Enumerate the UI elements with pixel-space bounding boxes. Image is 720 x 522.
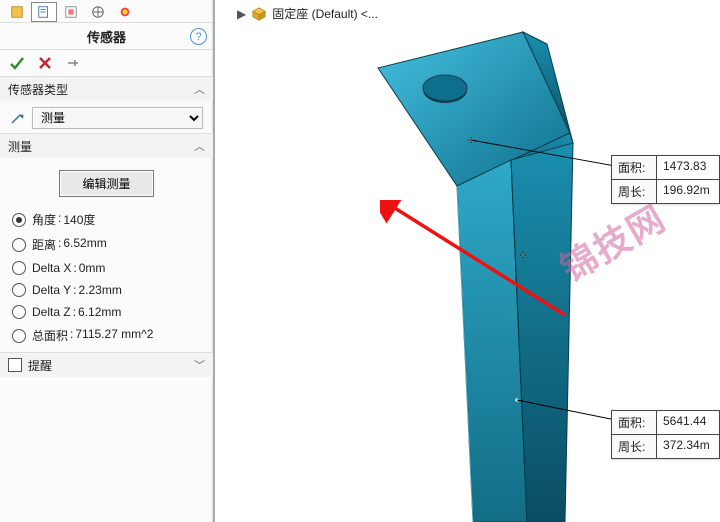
measure-option-0[interactable]: 角度: 140度 bbox=[10, 207, 203, 232]
tab-3[interactable] bbox=[85, 2, 111, 22]
section-alert-head[interactable]: 提醒 ﹀ bbox=[0, 352, 213, 377]
callout-key: 周长: bbox=[612, 435, 657, 458]
callout-1: 面积:5641.44周长:372.34m bbox=[611, 410, 720, 459]
callout-key: 周长: bbox=[612, 180, 657, 203]
section-sensor-type-head[interactable]: 传感器类型 ︿ bbox=[0, 76, 213, 101]
measure-option-1[interactable]: 距离: 6.52mm bbox=[10, 232, 203, 257]
section-measure-head[interactable]: 测量 ︿ bbox=[0, 133, 213, 158]
feature-manager-panel: 传感器 ? 传感器类型 ︿ 测量 测量 ︿ bbox=[0, 0, 215, 522]
panel-title: 传感器 bbox=[87, 27, 126, 46]
callout-row: 面积:1473.83 bbox=[612, 156, 719, 179]
panel-actions bbox=[0, 50, 213, 76]
radio-icon bbox=[12, 213, 26, 227]
chevron-up-icon: ︿ bbox=[194, 81, 205, 97]
measure-option-label: 总面积: 7115.27 mm^2 bbox=[32, 327, 153, 344]
sensor-type-select[interactable]: 测量 bbox=[32, 107, 203, 129]
chevron-down-icon: ﹀ bbox=[194, 357, 205, 373]
radio-icon bbox=[12, 261, 26, 275]
tab-0[interactable] bbox=[4, 2, 30, 22]
section-measure-body: 编辑测量 角度: 140度距离: 6.52mm Delta X: 0mm Delta… bbox=[0, 158, 213, 352]
measure-option-label: 距离: 6.52mm bbox=[32, 236, 107, 253]
radio-icon bbox=[12, 305, 26, 319]
callout-value: 196.92m bbox=[657, 180, 719, 203]
pin-button[interactable] bbox=[64, 54, 82, 72]
panel-tabs bbox=[0, 0, 213, 22]
section-alert-label: 提醒 bbox=[28, 357, 52, 374]
edit-measure-button[interactable]: 编辑测量 bbox=[59, 170, 153, 197]
measure-option-label: Delta Z: 6.12mm bbox=[32, 305, 121, 319]
measure-option-3[interactable]: Delta Y: 2.23mm bbox=[10, 279, 203, 301]
alert-checkbox[interactable] bbox=[8, 358, 22, 372]
radio-icon bbox=[12, 238, 26, 252]
graphics-viewport[interactable]: ▶ 固定座 (Default) <... bbox=[215, 0, 720, 522]
tab-2[interactable] bbox=[58, 2, 84, 22]
callout-value: 1473.83 bbox=[657, 156, 719, 179]
section-sensor-type-label: 传感器类型 bbox=[8, 81, 68, 98]
measure-radio-list: 角度: 140度距离: 6.52mm Delta X: 0mm Delta Y: 2… bbox=[10, 207, 203, 348]
panel-title-row: 传感器 ? bbox=[0, 22, 213, 50]
app-root: 传感器 ? 传感器类型 ︿ 测量 测量 ︿ bbox=[0, 0, 720, 522]
callout-value: 5641.44 bbox=[657, 411, 719, 434]
confirm-button[interactable] bbox=[8, 54, 26, 72]
callout-key: 面积: bbox=[612, 411, 657, 434]
callout-row: 周长:372.34m bbox=[612, 434, 719, 458]
callout-value: 372.34m bbox=[657, 435, 719, 458]
radio-icon bbox=[12, 329, 26, 343]
sensor-type-row: 测量 bbox=[10, 107, 203, 129]
help-icon[interactable]: ? bbox=[190, 28, 207, 45]
tab-4[interactable] bbox=[112, 2, 138, 22]
cancel-button[interactable] bbox=[36, 54, 54, 72]
measure-option-5[interactable]: 总面积: 7115.27 mm^2 bbox=[10, 323, 203, 348]
measure-option-4[interactable]: Delta Z: 6.12mm bbox=[10, 301, 203, 323]
radio-icon bbox=[12, 283, 26, 297]
measure-option-2[interactable]: Delta X: 0mm bbox=[10, 257, 203, 279]
callout-0: 面积:1473.83周长:196.92m bbox=[611, 155, 720, 204]
measure-option-label: Delta X: 0mm bbox=[32, 261, 105, 275]
chevron-up-icon: ︿ bbox=[194, 138, 205, 154]
section-sensor-type-body: 测量 bbox=[0, 101, 213, 133]
measure-icon bbox=[10, 110, 26, 126]
callout-key: 面积: bbox=[612, 156, 657, 179]
tab-1[interactable] bbox=[31, 2, 57, 22]
callout-row: 周长:196.92m bbox=[612, 179, 719, 203]
measure-option-label: 角度: 140度 bbox=[32, 211, 95, 228]
measure-option-label: Delta Y: 2.23mm bbox=[32, 283, 122, 297]
callout-row: 面积:5641.44 bbox=[612, 411, 719, 434]
section-measure-label: 测量 bbox=[8, 138, 32, 155]
